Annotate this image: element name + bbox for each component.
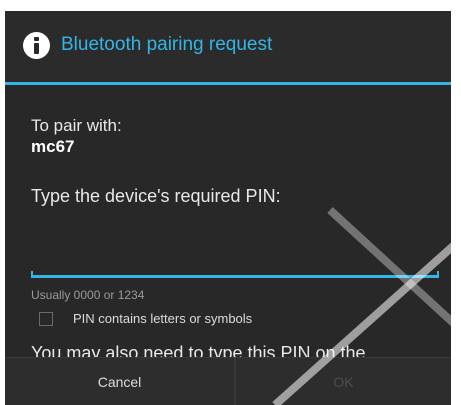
pair-with-label: To pair with: [31,116,122,135]
pin-prompt: Type the device's required PIN: [31,186,281,206]
dialog-content: To pair with: mc67 Type the device's req… [5,85,451,357]
info-icon [23,32,50,59]
pin-hint: Usually 0000 or 1234 [31,288,145,302]
device-name: mc67 [31,137,75,156]
pin-input-underline [31,271,439,278]
pin-input[interactable] [31,245,439,273]
dialog-title-bar: Bluetooth pairing request [5,11,451,82]
pin-letters-checkbox-label: PIN contains letters or symbols [73,311,253,326]
also-type-pin-text: You may also need to type this PIN on th… [31,343,366,357]
cancel-button[interactable]: Cancel [5,358,234,405]
dialog-title: Bluetooth pairing request [61,34,273,55]
pin-letters-checkbox[interactable] [39,312,53,326]
pin-letters-checkbox-row[interactable]: PIN contains letters or symbols [37,309,337,329]
ok-button[interactable]: OK [236,358,451,405]
dialog-button-bar: Cancel OK [5,357,451,405]
bluetooth-pairing-dialog: Bluetooth pairing request To pair with: … [5,11,451,405]
